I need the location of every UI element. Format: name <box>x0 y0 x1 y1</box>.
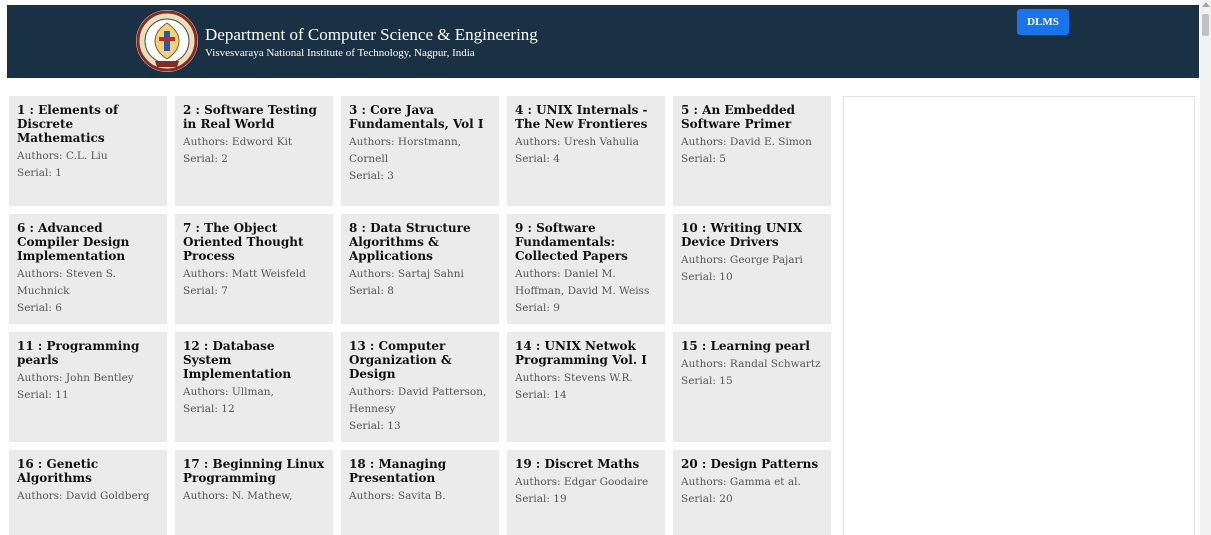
book-authors: Authors: John Bentley <box>17 372 134 384</box>
book-title: 8 : Data Structure Algorithms & Applicat… <box>349 221 471 263</box>
book-title: 12 : Database System Implementation <box>183 339 292 381</box>
book-title: 17 : Beginning Linux Programming <box>183 457 325 485</box>
book-card[interactable]: 8 : Data Structure Algorithms & Applicat… <box>341 214 499 324</box>
book-serial: Serial: 8 <box>349 285 394 297</box>
book-card[interactable]: 12 : Database System Implementation Autho… <box>175 332 333 442</box>
book-serial: Serial: 11 <box>17 389 69 401</box>
book-authors: Authors: Horstmann, Cornell <box>349 136 462 165</box>
book-serial: Serial: 10 <box>681 271 733 283</box>
book-authors: Authors: Daniel M. Hoffman, David M. Wei… <box>515 268 650 297</box>
book-serial: Serial: 15 <box>681 375 733 387</box>
book-authors: Authors: Edgar Goodaire <box>515 476 649 488</box>
book-title: 3 : Core Java Fundamentals, Vol I <box>349 103 484 131</box>
book-serial: Serial: 2 <box>183 153 228 165</box>
book-title: 6 : Advanced Compiler Design Implementat… <box>17 221 130 263</box>
book-serial: Serial: 3 <box>349 170 394 182</box>
book-card[interactable]: 19 : Discret Maths Authors: Edgar Goodair… <box>507 450 665 535</box>
department-title: Department of Computer Science & Enginee… <box>205 25 538 44</box>
book-authors: Authors: Ullman, <box>183 386 274 398</box>
book-card[interactable]: 2 : Software Testing in Real World Author… <box>175 96 333 206</box>
side-panel <box>843 96 1195 535</box>
book-card[interactable]: 17 : Beginning Linux Programming Authors:… <box>175 450 333 535</box>
book-card[interactable]: 4 : UNIX Internals - The New Frontieres A… <box>507 96 665 206</box>
book-card[interactable]: 20 : Design Patterns Authors: Gamma et al… <box>673 450 831 535</box>
book-authors: Authors: Stevens W.R. <box>515 372 633 384</box>
scrollbar-thumb[interactable] <box>1202 14 1209 36</box>
book-title: 20 : Design Patterns <box>681 457 819 471</box>
scroll-up-arrow-icon[interactable] <box>1202 2 1210 7</box>
book-authors: Authors: Matt Weisfeld <box>183 268 306 280</box>
book-card[interactable]: 9 : Software Fundamentals: Collected Pap… <box>507 214 665 324</box>
book-authors: Authors: Steven S. Muchnick <box>17 268 116 297</box>
book-authors: Authors: Gamma et al. <box>681 476 801 488</box>
book-authors: Authors: George Pajari <box>681 254 803 266</box>
book-serial: Serial: 9 <box>515 302 560 314</box>
book-title: 5 : An Embedded Software Primer <box>681 103 796 131</box>
book-title: 1 : Elements of Discrete Mathematics <box>17 103 119 145</box>
book-title: 2 : Software Testing in Real World <box>183 103 317 131</box>
book-serial: Serial: 14 <box>515 389 567 401</box>
book-serial: Serial: 7 <box>183 285 228 297</box>
book-title: 16 : Genetic Algorithms <box>17 457 99 485</box>
page: Department of Computer Science & Enginee… <box>0 0 1211 535</box>
book-title: 9 : Software Fundamentals: Collected Pap… <box>515 221 628 263</box>
book-title: 14 : UNIX Netwok Programming Vol. I <box>515 339 647 367</box>
book-title: 18 : Managing Presentation <box>349 457 447 485</box>
book-serial: Serial: 19 <box>515 493 567 505</box>
book-authors: Authors: Savita B. <box>349 490 446 502</box>
book-title: 11 : Programming pearls <box>17 339 140 367</box>
book-authors: Authors: David E. Simon <box>681 136 812 148</box>
book-serial: Serial: 13 <box>349 420 401 432</box>
book-serial: Serial: 20 <box>681 493 733 505</box>
book-card[interactable]: 13 : Computer Organization & Design Autho… <box>341 332 499 442</box>
dlms-button[interactable]: DLMS <box>1017 9 1069 35</box>
book-title: 15 : Learning pearl <box>681 339 810 353</box>
book-authors: Authors: Randal Schwartz <box>681 358 821 370</box>
book-card[interactable]: 14 : UNIX Netwok Programming Vol. I Autho… <box>507 332 665 442</box>
book-grid: 1 : Elements of Discrete Mathematics Auth… <box>9 96 832 535</box>
book-card[interactable]: 10 : Writing UNIX Device Drivers Authors:… <box>673 214 831 324</box>
book-card[interactable]: 15 : Learning pearl Authors: Randal Schwa… <box>673 332 831 442</box>
book-serial: Serial: 12 <box>183 403 235 415</box>
institute-seal-logo <box>136 10 198 72</box>
book-card[interactable]: 7 : The Object Oriented Thought Process A… <box>175 214 333 324</box>
book-authors: Authors: Sartaj Sahni <box>349 268 464 280</box>
book-card[interactable]: 16 : Genetic Algorithms Authors: David Go… <box>9 450 167 535</box>
vertical-scrollbar[interactable] <box>1200 0 1211 535</box>
book-title: 7 : The Object Oriented Thought Process <box>183 221 304 263</box>
book-card[interactable]: 6 : Advanced Compiler Design Implementat… <box>9 214 167 324</box>
book-serial: Serial: 1 <box>17 167 62 179</box>
book-authors: Authors: N. Mathew, <box>183 490 293 502</box>
book-title: 4 : UNIX Internals - The New Frontieres <box>515 103 648 131</box>
book-title: 19 : Discret Maths <box>515 457 640 471</box>
book-serial: Serial: 4 <box>515 153 560 165</box>
book-card[interactable]: 11 : Programming pearls Authors: John Ben… <box>9 332 167 442</box>
book-card[interactable]: 1 : Elements of Discrete Mathematics Auth… <box>9 96 167 206</box>
institute-subtitle: Visvesvaraya National Institute of Techn… <box>205 47 475 59</box>
book-serial: Serial: 6 <box>17 302 62 314</box>
book-authors: Authors: David Patterson, Hennesy <box>349 386 487 415</box>
book-title: 10 : Writing UNIX Device Drivers <box>681 221 803 249</box>
book-title: 13 : Computer Organization & Design <box>349 339 452 381</box>
book-authors: Authors: Edword Kit <box>183 136 293 148</box>
book-card[interactable]: 3 : Core Java Fundamentals, Vol I Authors… <box>341 96 499 206</box>
book-authors: Authors: C.L. Liu <box>17 150 108 162</box>
book-card[interactable]: 18 : Managing Presentation Authors: Savit… <box>341 450 499 535</box>
book-authors: Authors: David Goldberg <box>17 490 150 502</box>
book-card[interactable]: 5 : An Embedded Software Primer Authors: … <box>673 96 831 206</box>
book-authors: Authors: Uresh Vahulia <box>515 136 639 148</box>
book-serial: Serial: 5 <box>681 153 726 165</box>
site-header: Department of Computer Science & Enginee… <box>7 5 1199 78</box>
